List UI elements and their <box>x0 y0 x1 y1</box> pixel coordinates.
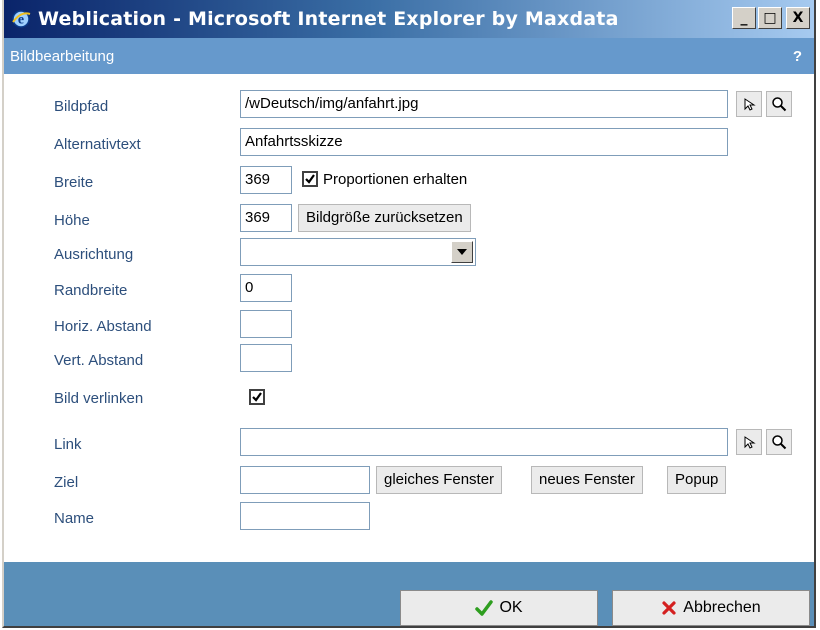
dialog-content: Bildpfad /wDeutsch/img/anfahrt.jpg Alter… <box>4 74 814 626</box>
row-name: Name <box>4 502 814 536</box>
window-title: Weblication - Microsoft Internet Explore… <box>38 8 619 30</box>
link-label: Link <box>54 436 82 453</box>
row-breite: Breite 369 Proportionen erhalten <box>4 166 814 200</box>
dialog-title: Bildbearbeitung <box>10 47 115 65</box>
randbreite-label: Randbreite <box>54 282 128 299</box>
title-bar[interactable]: e Weblication - Microsoft Internet Explo… <box>4 0 814 38</box>
row-link: Link <box>4 428 814 462</box>
hoehe-label: Höhe <box>54 212 90 229</box>
minimize-button[interactable]: _ <box>732 7 756 29</box>
close-window-button[interactable]: X <box>786 7 810 29</box>
bild-verlinken-checkbox[interactable] <box>249 389 265 405</box>
row-bild-verlinken: Bild verlinken <box>4 382 814 416</box>
link-preview-button[interactable] <box>766 429 792 455</box>
internet-explorer-icon: e <box>10 8 32 30</box>
window-controls: _ □ X <box>732 7 810 29</box>
new-window-button[interactable]: neues Fenster <box>531 466 643 494</box>
link-input[interactable] <box>240 428 728 456</box>
maximize-button[interactable]: □ <box>758 7 782 29</box>
magnifier-icon <box>772 435 787 450</box>
cursor-arrow-icon <box>744 436 756 449</box>
randbreite-input[interactable]: 0 <box>240 274 292 302</box>
cancel-button[interactable]: Abbrechen <box>612 590 810 626</box>
bild-verlinken-label: Bild verlinken <box>54 390 144 407</box>
breite-label: Breite <box>54 174 94 191</box>
horiz-abstand-input[interactable] <box>240 310 292 338</box>
row-alternativtext: Alternativtext Anfahrtsskizze <box>4 128 814 162</box>
ziel-label: Ziel <box>54 474 79 491</box>
close-icon: X <box>792 10 804 26</box>
breite-input[interactable]: 369 <box>240 166 292 194</box>
maximize-icon: □ <box>763 10 777 26</box>
row-randbreite: Randbreite 0 <box>4 274 814 308</box>
browser-window: e Weblication - Microsoft Internet Explo… <box>2 0 816 628</box>
bildpfad-preview-button[interactable] <box>766 91 792 117</box>
ok-label: OK <box>499 599 523 616</box>
reset-size-button[interactable]: Bildgröße zurücksetzen <box>298 204 471 232</box>
alternativtext-input[interactable]: Anfahrtsskizze <box>240 128 728 156</box>
dialog-header: Bildbearbeitung ? <box>4 38 814 74</box>
chevron-down-icon <box>457 249 467 255</box>
help-button[interactable]: ? <box>793 48 802 65</box>
row-ausrichtung: Ausrichtung <box>4 238 814 272</box>
minimize-icon: _ <box>740 10 748 26</box>
image-properties-form: Bildpfad /wDeutsch/img/anfahrt.jpg Alter… <box>4 74 814 562</box>
row-ziel: Ziel gleiches Fenster neues Fenster Popu… <box>4 466 814 500</box>
cursor-arrow-icon <box>744 98 756 111</box>
checkmark-icon <box>305 174 315 184</box>
same-window-button[interactable]: gleiches Fenster <box>376 466 503 494</box>
magnifier-icon <box>772 97 787 112</box>
row-vert-abstand: Vert. Abstand <box>4 344 814 378</box>
proportionen-label: Proportionen erhalten <box>323 171 468 188</box>
ausrichtung-label: Ausrichtung <box>54 246 134 263</box>
link-browse-button[interactable] <box>736 429 762 455</box>
checkmark-icon <box>252 392 262 402</box>
name-input[interactable] <box>240 502 370 530</box>
horiz-abstand-label: Horiz. Abstand <box>54 318 152 335</box>
proportionen-checkbox[interactable] <box>302 171 318 187</box>
cancel-label: Abbrechen <box>683 599 761 616</box>
name-label: Name <box>54 510 95 527</box>
ziel-input[interactable] <box>240 466 370 494</box>
vert-abstand-input[interactable] <box>240 344 292 372</box>
dropdown-arrow[interactable] <box>451 241 473 263</box>
row-hoehe: Höhe 369 Bildgröße zurücksetzen <box>4 204 814 238</box>
bildpfad-label: Bildpfad <box>54 98 109 115</box>
ausrichtung-select[interactable] <box>240 238 476 266</box>
alternativtext-label: Alternativtext <box>54 136 141 153</box>
vert-abstand-label: Vert. Abstand <box>54 352 144 369</box>
hoehe-input[interactable]: 369 <box>240 204 292 232</box>
popup-button[interactable]: Popup <box>667 466 727 494</box>
checkmark-icon <box>475 600 494 616</box>
row-bildpfad: Bildpfad /wDeutsch/img/anfahrt.jpg <box>4 90 814 124</box>
close-icon <box>662 601 676 615</box>
bildpfad-input[interactable]: /wDeutsch/img/anfahrt.jpg <box>240 90 728 118</box>
row-horiz-abstand: Horiz. Abstand <box>4 310 814 344</box>
bildpfad-browse-button[interactable] <box>736 91 762 117</box>
ok-button[interactable]: OK <box>400 590 598 626</box>
